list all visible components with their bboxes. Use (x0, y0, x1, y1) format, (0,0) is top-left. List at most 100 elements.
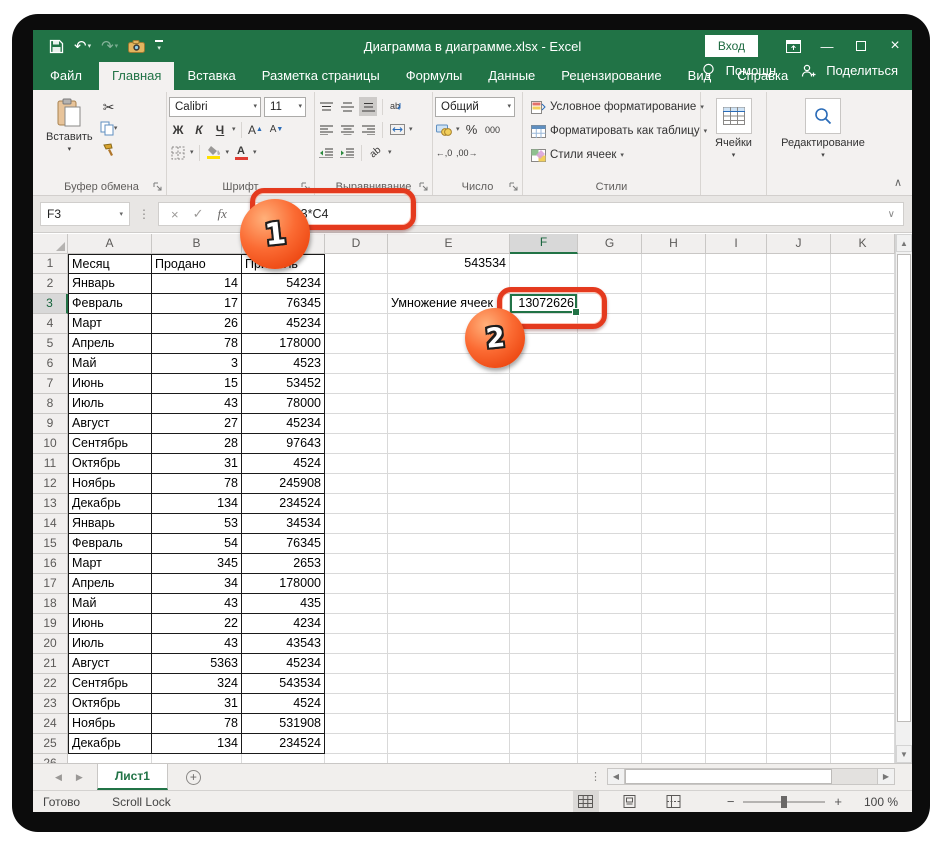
cell-H1[interactable] (642, 254, 706, 274)
cell-A18[interactable]: Май (68, 594, 152, 614)
cell-A6[interactable]: Май (68, 354, 152, 374)
cell-A13[interactable]: Декабрь (68, 494, 152, 514)
view-page-break-button[interactable] (661, 791, 687, 812)
cell-A26[interactable] (68, 754, 152, 763)
cell-I16[interactable] (706, 554, 767, 574)
hscroll-right-arrow[interactable]: ▶ (877, 768, 895, 785)
cell-K2[interactable] (831, 274, 895, 294)
editing-button[interactable]: Редактирование▾ (774, 94, 872, 177)
cell-K21[interactable] (831, 654, 895, 674)
accounting-format-button[interactable] (435, 120, 453, 139)
cell-D15[interactable] (325, 534, 388, 554)
cell-I20[interactable] (706, 634, 767, 654)
cell-J22[interactable] (767, 674, 831, 694)
cell-G23[interactable] (578, 694, 642, 714)
decrease-decimal-button[interactable]: ,00→ (456, 143, 478, 162)
cell-A9[interactable]: Август (68, 414, 152, 434)
row-header-4[interactable]: 4 (33, 314, 68, 334)
cell-H5[interactable] (642, 334, 706, 354)
cell-E14[interactable] (388, 514, 510, 534)
view-normal-button[interactable] (573, 791, 599, 812)
cell-H12[interactable] (642, 474, 706, 494)
cell-F19[interactable] (510, 614, 578, 634)
cell-F15[interactable] (510, 534, 578, 554)
cell-E11[interactable] (388, 454, 510, 474)
underline-button[interactable]: Ч (211, 120, 229, 139)
cell-C26[interactable] (242, 754, 325, 763)
cell-G7[interactable] (578, 374, 642, 394)
cell-F16[interactable] (510, 554, 578, 574)
cell-G16[interactable] (578, 554, 642, 574)
tab-file[interactable]: Файл (33, 62, 99, 90)
cell-J2[interactable] (767, 274, 831, 294)
cell-A4[interactable]: Март (68, 314, 152, 334)
cell-I13[interactable] (706, 494, 767, 514)
cell-E18[interactable] (388, 594, 510, 614)
cell-F25[interactable] (510, 734, 578, 754)
cell-A11[interactable]: Октябрь (68, 454, 152, 474)
cell-C11[interactable]: 4524 (242, 454, 325, 474)
cell-K26[interactable] (831, 754, 895, 763)
fill-color-button[interactable] (205, 143, 223, 162)
cell-I23[interactable] (706, 694, 767, 714)
cell-E10[interactable] (388, 434, 510, 454)
vertical-scroll-thumb[interactable] (897, 254, 911, 722)
insert-function-icon[interactable]: fx (218, 206, 227, 222)
cell-K22[interactable] (831, 674, 895, 694)
cell-D12[interactable] (325, 474, 388, 494)
cell-E23[interactable] (388, 694, 510, 714)
cell-F9[interactable] (510, 414, 578, 434)
cut-button[interactable]: ✂ (100, 98, 118, 117)
cell-C18[interactable]: 435 (242, 594, 325, 614)
share-button[interactable]: Поделиться (824, 57, 900, 85)
cell-C10[interactable]: 97643 (242, 434, 325, 454)
cell-C13[interactable]: 234524 (242, 494, 325, 514)
qat-customize-button[interactable]: ▾ (155, 40, 163, 52)
cell-E13[interactable] (388, 494, 510, 514)
cell-G12[interactable] (578, 474, 642, 494)
cell-E24[interactable] (388, 714, 510, 734)
cell-D21[interactable] (325, 654, 388, 674)
cell-D10[interactable] (325, 434, 388, 454)
cell-K12[interactable] (831, 474, 895, 494)
col-header-H[interactable]: H (642, 234, 706, 254)
cell-J25[interactable] (767, 734, 831, 754)
row-header-9[interactable]: 9 (33, 414, 68, 434)
cell-G17[interactable] (578, 574, 642, 594)
tell-me-assistant[interactable]: Помощн (722, 57, 781, 85)
cell-K17[interactable] (831, 574, 895, 594)
cell-C23[interactable]: 4524 (242, 694, 325, 714)
cell-K18[interactable] (831, 594, 895, 614)
cell-H4[interactable] (642, 314, 706, 334)
cell-B19[interactable]: 22 (152, 614, 242, 634)
cell-G22[interactable] (578, 674, 642, 694)
cell-D1[interactable] (325, 254, 388, 274)
row-header-25[interactable]: 25 (33, 734, 68, 754)
cell-G19[interactable] (578, 614, 642, 634)
cell-H18[interactable] (642, 594, 706, 614)
copy-button[interactable]: ▾ (100, 119, 118, 138)
zoom-slider-thumb[interactable] (781, 796, 787, 808)
row-header-11[interactable]: 11 (33, 454, 68, 474)
cell-A17[interactable]: Апрель (68, 574, 152, 594)
cell-H17[interactable] (642, 574, 706, 594)
cell-E12[interactable] (388, 474, 510, 494)
cell-I4[interactable] (706, 314, 767, 334)
hscroll-left-arrow[interactable]: ◀ (607, 768, 625, 785)
cell-B2[interactable]: 14 (152, 274, 242, 294)
cell-J8[interactable] (767, 394, 831, 414)
cell-B24[interactable]: 78 (152, 714, 242, 734)
cell-A5[interactable]: Апрель (68, 334, 152, 354)
cell-C15[interactable]: 76345 (242, 534, 325, 554)
cell-G8[interactable] (578, 394, 642, 414)
cell-I24[interactable] (706, 714, 767, 734)
cell-K16[interactable] (831, 554, 895, 574)
cell-D3[interactable] (325, 294, 388, 314)
cell-F20[interactable] (510, 634, 578, 654)
camera-button[interactable] (128, 40, 145, 53)
zoom-in-button[interactable]: + (834, 794, 842, 809)
cell-G26[interactable] (578, 754, 642, 763)
cell-D11[interactable] (325, 454, 388, 474)
redo-button[interactable]: ↷▾ (101, 37, 118, 55)
wrap-text-button[interactable]: ab (388, 97, 406, 116)
